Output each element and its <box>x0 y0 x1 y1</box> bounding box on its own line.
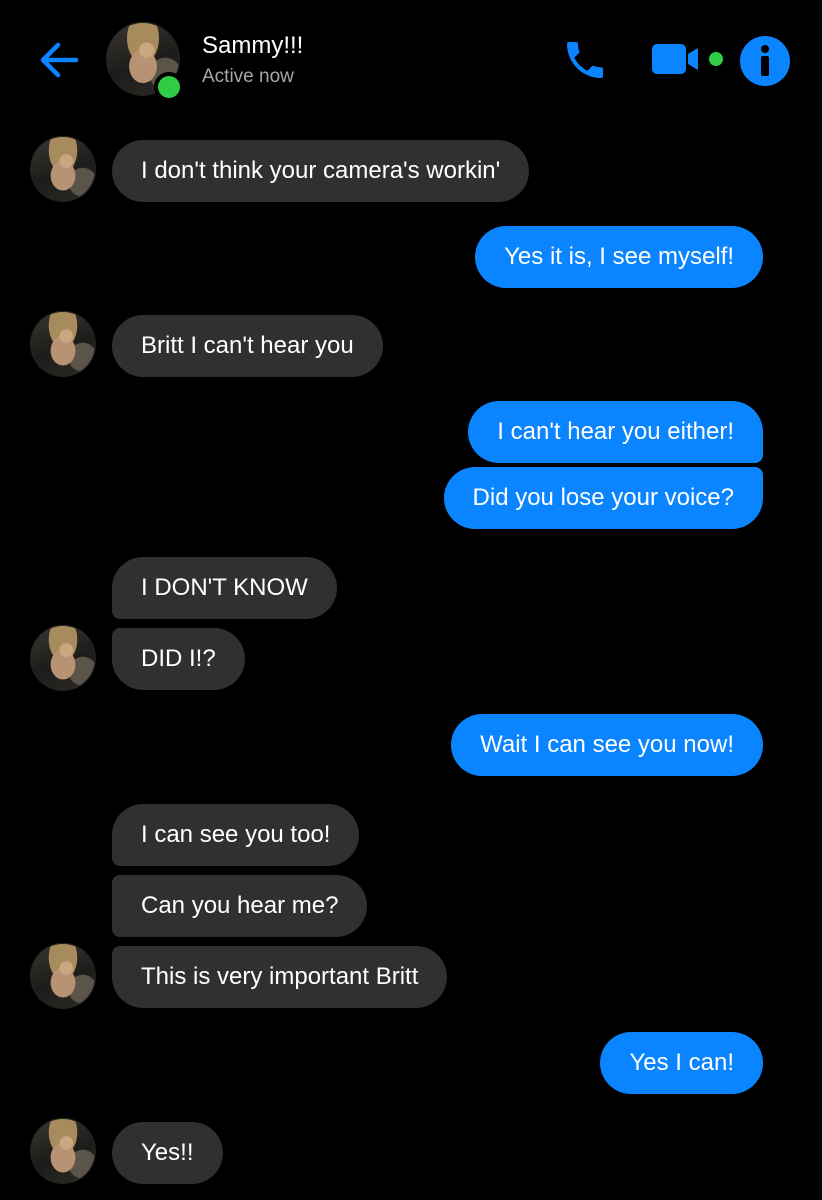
incoming-message[interactable]: Britt I can't hear you <box>112 315 383 377</box>
info-icon <box>740 36 790 86</box>
incoming-message[interactable]: DID I!? <box>112 628 245 690</box>
audio-call-button[interactable] <box>560 36 610 84</box>
outgoing-message[interactable]: I can't hear you either! <box>468 401 763 463</box>
avatar-image <box>30 1118 96 1184</box>
incoming-message[interactable]: I can see you too! <box>112 804 360 866</box>
outgoing-message[interactable]: Yes it is, I see myself! <box>475 226 763 288</box>
outgoing-message[interactable]: Yes I can! <box>600 1032 763 1094</box>
avatar-image <box>30 311 96 377</box>
contact-avatar-small[interactable] <box>30 625 96 691</box>
incoming-message[interactable]: I DON'T KNOW <box>112 557 337 619</box>
outgoing-message[interactable]: Did you lose your voice? <box>443 467 763 529</box>
online-indicator <box>154 72 184 102</box>
incoming-message[interactable]: Yes!! <box>112 1122 223 1184</box>
avatar-image <box>30 136 96 202</box>
avatar-image <box>30 943 96 1009</box>
outgoing-message[interactable]: Wait I can see you now! <box>451 714 763 776</box>
conversation-info-button[interactable] <box>738 34 792 88</box>
contact-avatar-small[interactable] <box>30 311 96 377</box>
back-button[interactable] <box>36 36 84 84</box>
video-call-button[interactable] <box>650 40 730 80</box>
active-status: Active now <box>202 66 294 87</box>
contact-avatar-small[interactable] <box>30 943 96 1009</box>
video-camera-icon <box>652 44 723 74</box>
contact-avatar-small[interactable] <box>30 1118 96 1184</box>
contact-avatar-small[interactable] <box>30 136 96 202</box>
chat-header: Sammy!!! Active now <box>0 0 822 120</box>
incoming-message[interactable]: Can you hear me? <box>112 875 368 937</box>
contact-name[interactable]: Sammy!!! <box>202 32 303 60</box>
incoming-message[interactable]: I don't think your camera's workin' <box>112 140 530 202</box>
phone-icon <box>567 42 603 78</box>
incoming-message[interactable]: This is very important Britt <box>112 946 448 1008</box>
avatar-image <box>30 625 96 691</box>
back-arrow-icon <box>40 42 79 78</box>
